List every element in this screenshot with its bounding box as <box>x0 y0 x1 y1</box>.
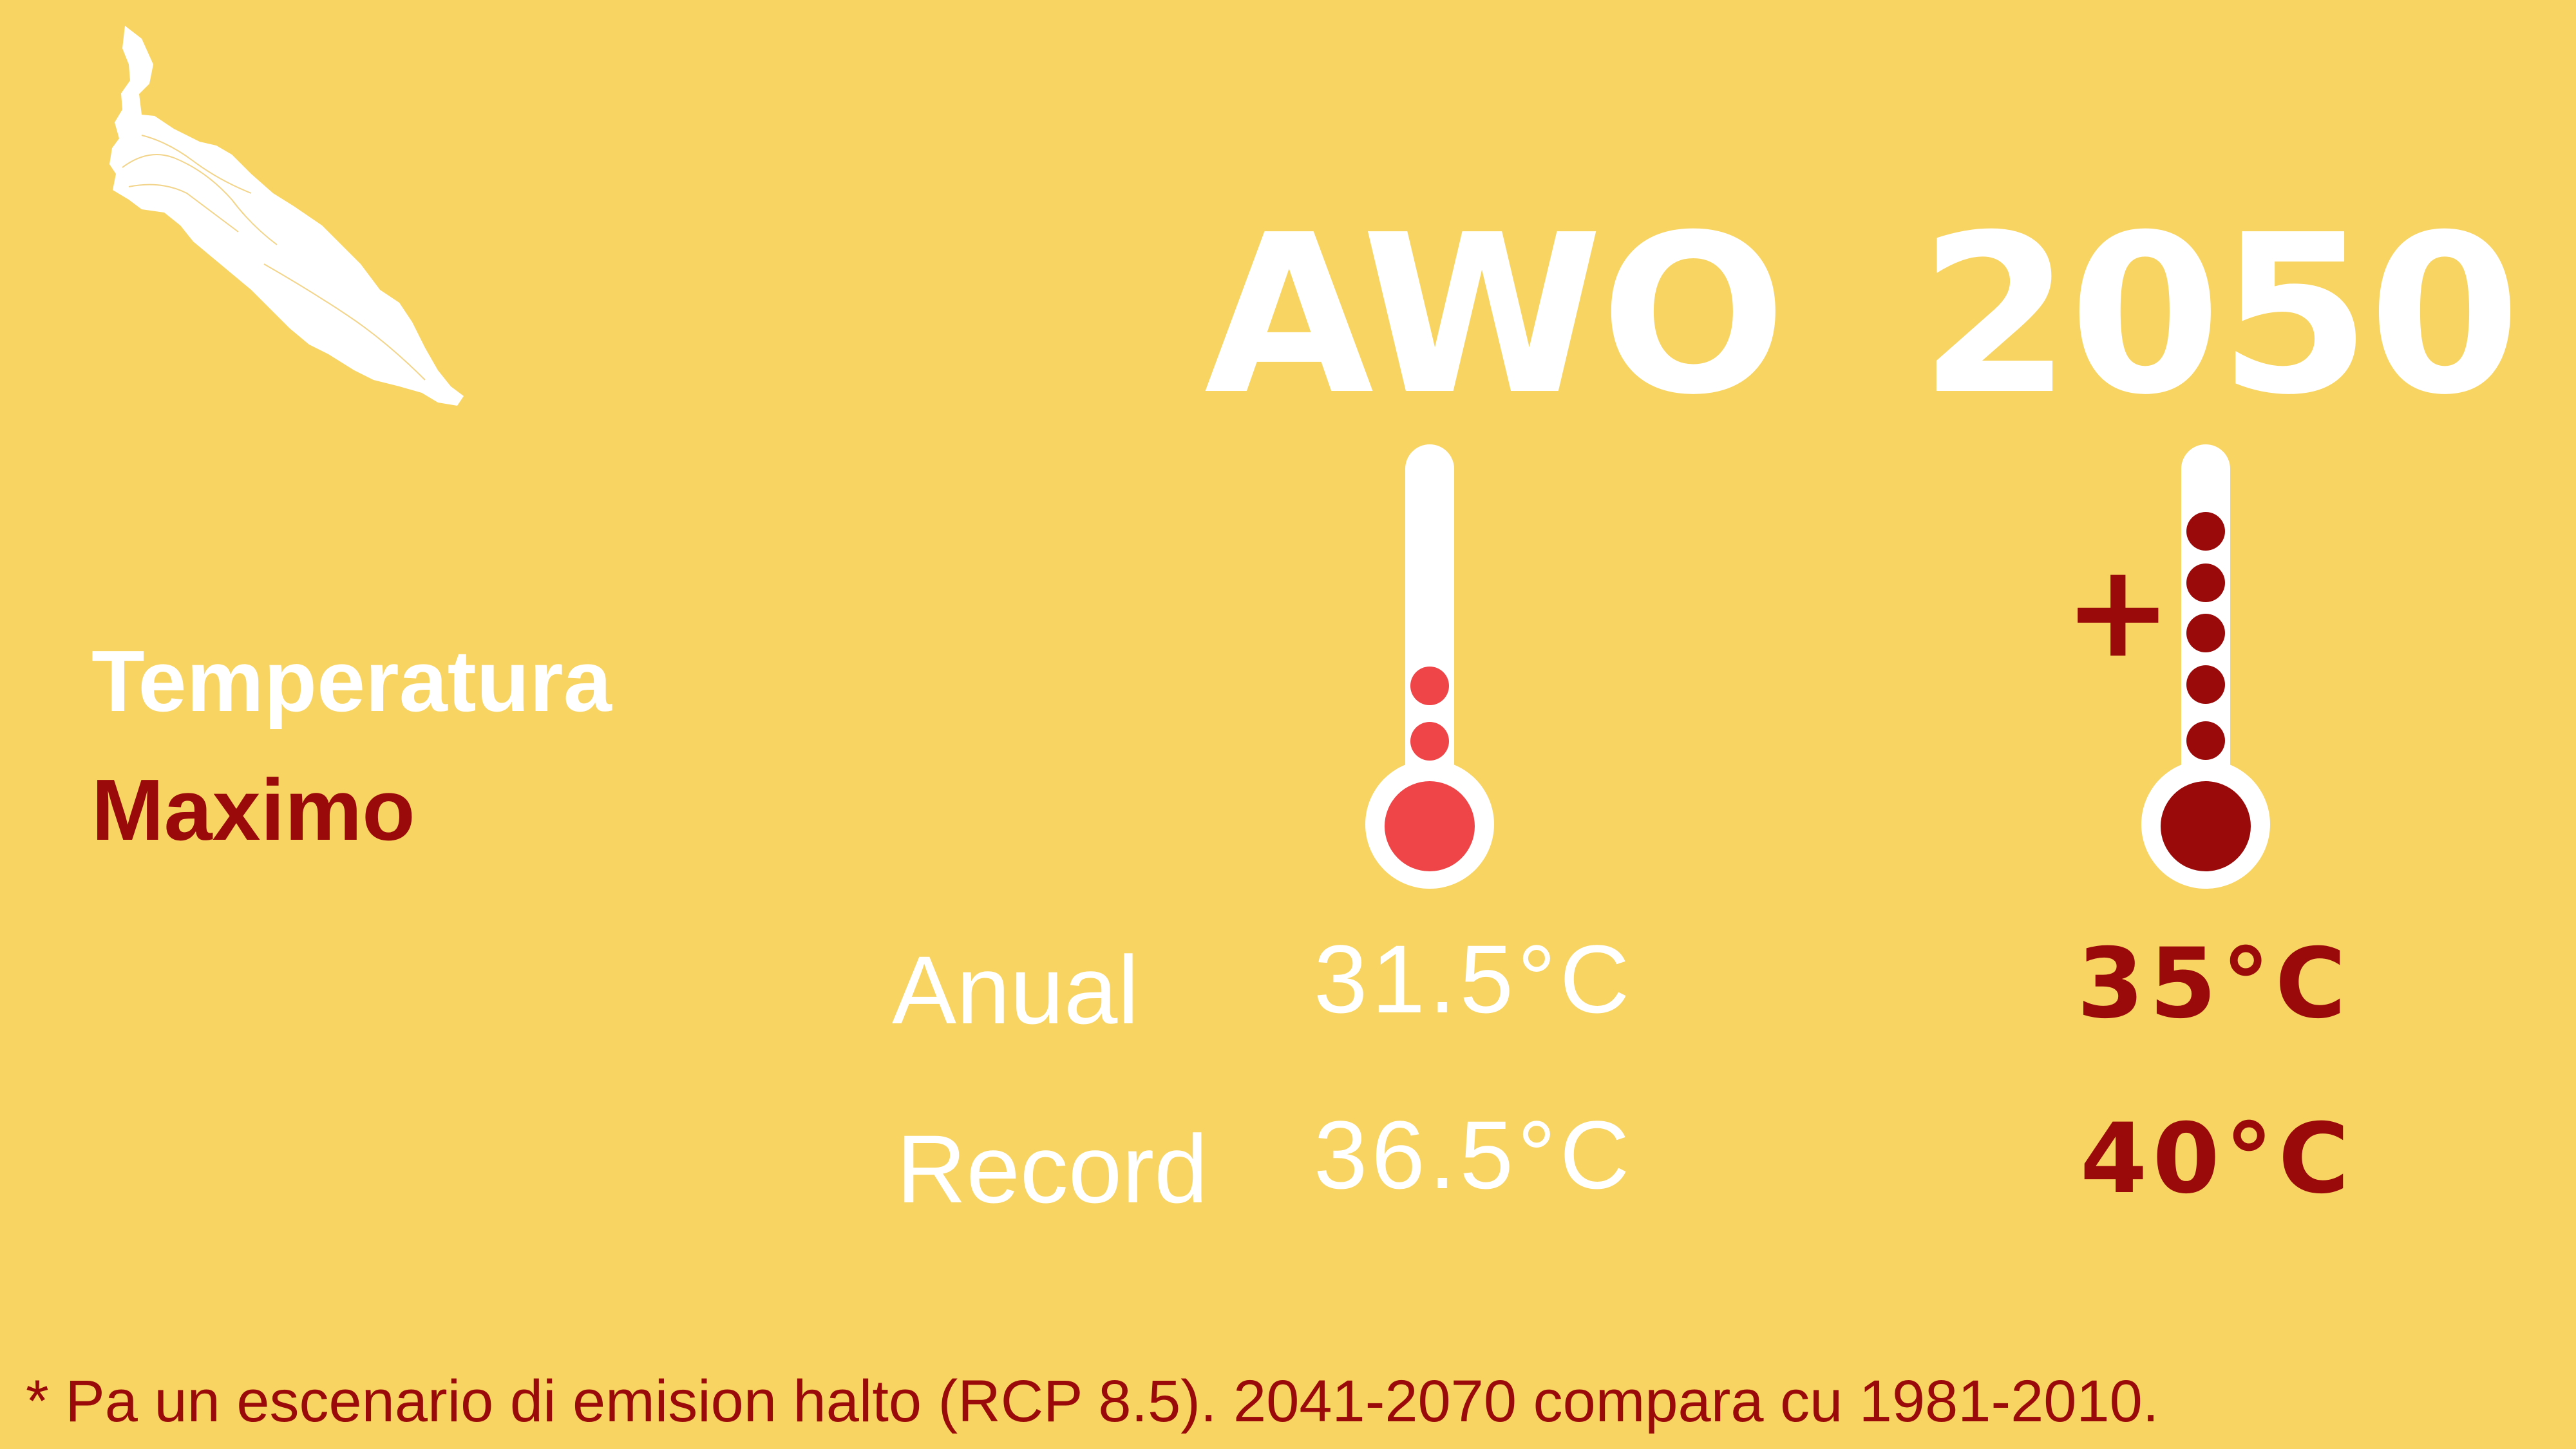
aruba-island-map-icon <box>109 26 464 406</box>
record-now-value: 36.5°C <box>1314 1101 1634 1209</box>
thermometer-dot <box>2186 665 2225 704</box>
column-heading-now: AWO <box>1204 188 1786 443</box>
thermometer-dot <box>2186 564 2225 602</box>
thermometer-bulb <box>1385 781 1475 871</box>
thermometer-dot <box>1410 722 1449 761</box>
title-temperature: Temperatura <box>91 632 612 730</box>
footnote: * Pa un escenario di emision halto (RCP … <box>26 1368 2159 1434</box>
thermometer-dot <box>1410 667 1449 705</box>
thermometer-dot <box>2186 721 2225 760</box>
annual-future-value: 35°C <box>2077 928 2351 1040</box>
thermometer-dot <box>2186 512 2225 551</box>
row-label-annual: Anual <box>892 936 1139 1044</box>
thermometer-dot <box>2186 614 2225 652</box>
title-maximum: Maximo <box>91 761 415 858</box>
thermometer-bulb <box>2161 781 2251 871</box>
thermometer-now-icon <box>1365 444 1494 889</box>
column-heading-future: 2050 <box>1919 188 2521 443</box>
row-label-record: Record <box>896 1115 1208 1223</box>
record-future-value: 40°C <box>2080 1103 2354 1215</box>
thermometer-future-icon <box>2141 444 2270 889</box>
annual-now-value: 31.5°C <box>1314 925 1634 1033</box>
